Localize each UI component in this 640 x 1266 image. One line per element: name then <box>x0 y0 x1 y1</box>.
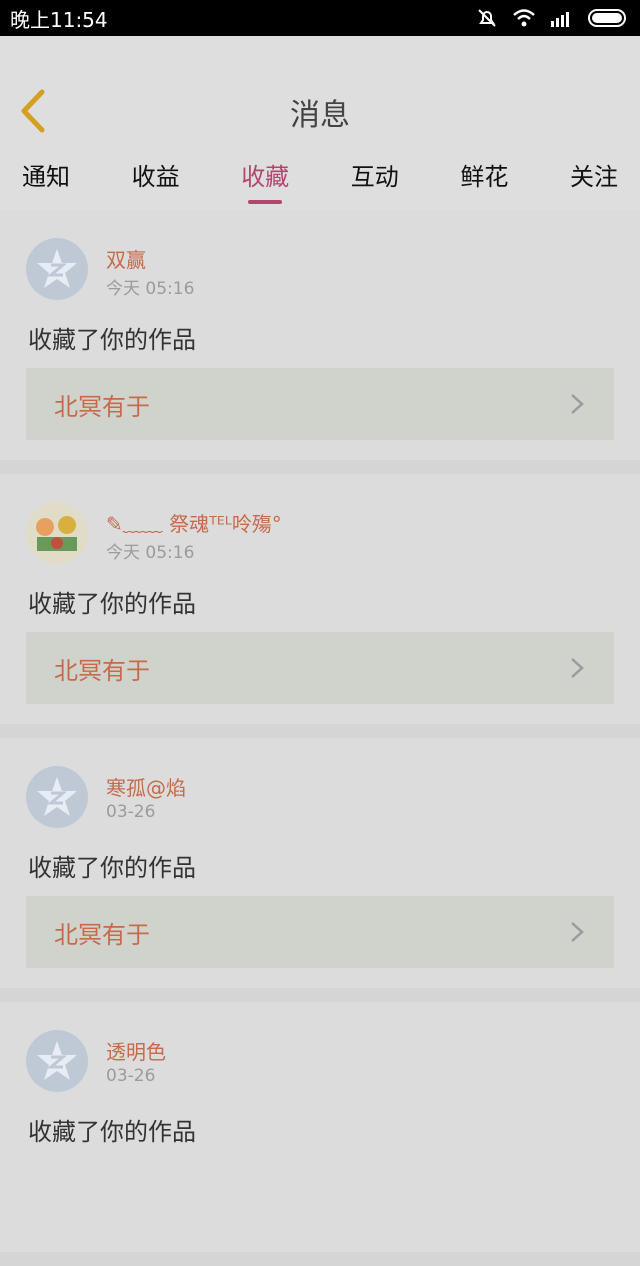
timestamp: 03-26 <box>106 1066 156 1086</box>
work-link[interactable]: 北冥有于 <box>26 368 614 440</box>
action-text: 收藏了你的作品 <box>28 590 196 618</box>
chevron-right-icon <box>571 922 584 942</box>
work-title: 北冥有于 <box>54 656 150 685</box>
user-name[interactable]: 透明色 <box>106 1036 166 1065</box>
tab-bar: 通知 收益 收藏 互动 鲜花 关注 <box>0 148 640 210</box>
avatar[interactable] <box>26 502 88 564</box>
chevron-right-icon <box>571 394 584 414</box>
message-card: ✎﹏﹏ 祭魂ᵀᴱᴸ呤殤° 今天 05:16 收藏了你的作品 北冥有于 <box>0 474 640 738</box>
page-title: 消息 <box>290 98 350 133</box>
action-text: 收藏了你的作品 <box>28 326 196 354</box>
chevron-right-icon <box>571 658 584 678</box>
message-card: 寒孤@焰 03-26 收藏了你的作品 北冥有于 <box>0 738 640 1002</box>
avatar[interactable] <box>26 766 88 828</box>
cartoon-avatar-icon <box>36 516 77 551</box>
default-avatar-icon <box>37 249 77 288</box>
timestamp: 03-26 <box>106 802 156 822</box>
action-text: 收藏了你的作品 <box>28 854 196 882</box>
avatar[interactable] <box>26 238 88 300</box>
message-card: 透明色 03-26 收藏了你的作品 <box>0 1002 640 1266</box>
battery-icon <box>588 9 626 27</box>
timestamp: 今天 05:16 <box>106 279 195 299</box>
timestamp: 今天 05:16 <box>106 543 195 563</box>
tab-interactions[interactable]: 互动 <box>351 148 399 210</box>
tab-flowers[interactable]: 鲜花 <box>460 148 508 210</box>
tab-notifications[interactable]: 通知 <box>22 148 70 210</box>
status-icons <box>476 7 630 29</box>
avatar[interactable] <box>26 1030 88 1092</box>
tab-favorites[interactable]: 收藏 <box>241 148 289 210</box>
mute-bell-icon <box>478 9 496 27</box>
status-bar: 晚上11:54 <box>0 0 640 36</box>
work-title: 北冥有于 <box>54 392 150 421</box>
status-time: 晚上11:54 <box>10 7 108 32</box>
default-avatar-icon <box>37 1041 77 1080</box>
header: 消息 <box>0 36 640 148</box>
tab-follows[interactable]: 关注 <box>570 148 618 210</box>
work-link[interactable]: 北冥有于 <box>26 896 614 968</box>
action-text: 收藏了你的作品 <box>28 1118 196 1146</box>
work-link[interactable]: 北冥有于 <box>26 632 614 704</box>
message-list: 双赢 今天 05:16 收藏了你的作品 北冥有于 ✎﹏﹏ 祭魂ᵀᴱᴸ呤殤° 今天… <box>0 210 640 1266</box>
work-title: 北冥有于 <box>54 920 150 949</box>
tab-earnings[interactable]: 收益 <box>132 148 180 210</box>
user-name[interactable]: 寒孤@焰 <box>106 772 186 801</box>
signal-icon <box>551 12 569 27</box>
user-name[interactable]: ✎﹏﹏ 祭魂ᵀᴱᴸ呤殤° <box>106 508 282 537</box>
wifi-icon <box>513 9 535 27</box>
message-card: 双赢 今天 05:16 收藏了你的作品 北冥有于 <box>0 210 640 474</box>
default-avatar-icon <box>37 777 77 816</box>
user-name[interactable]: 双赢 <box>106 244 146 273</box>
